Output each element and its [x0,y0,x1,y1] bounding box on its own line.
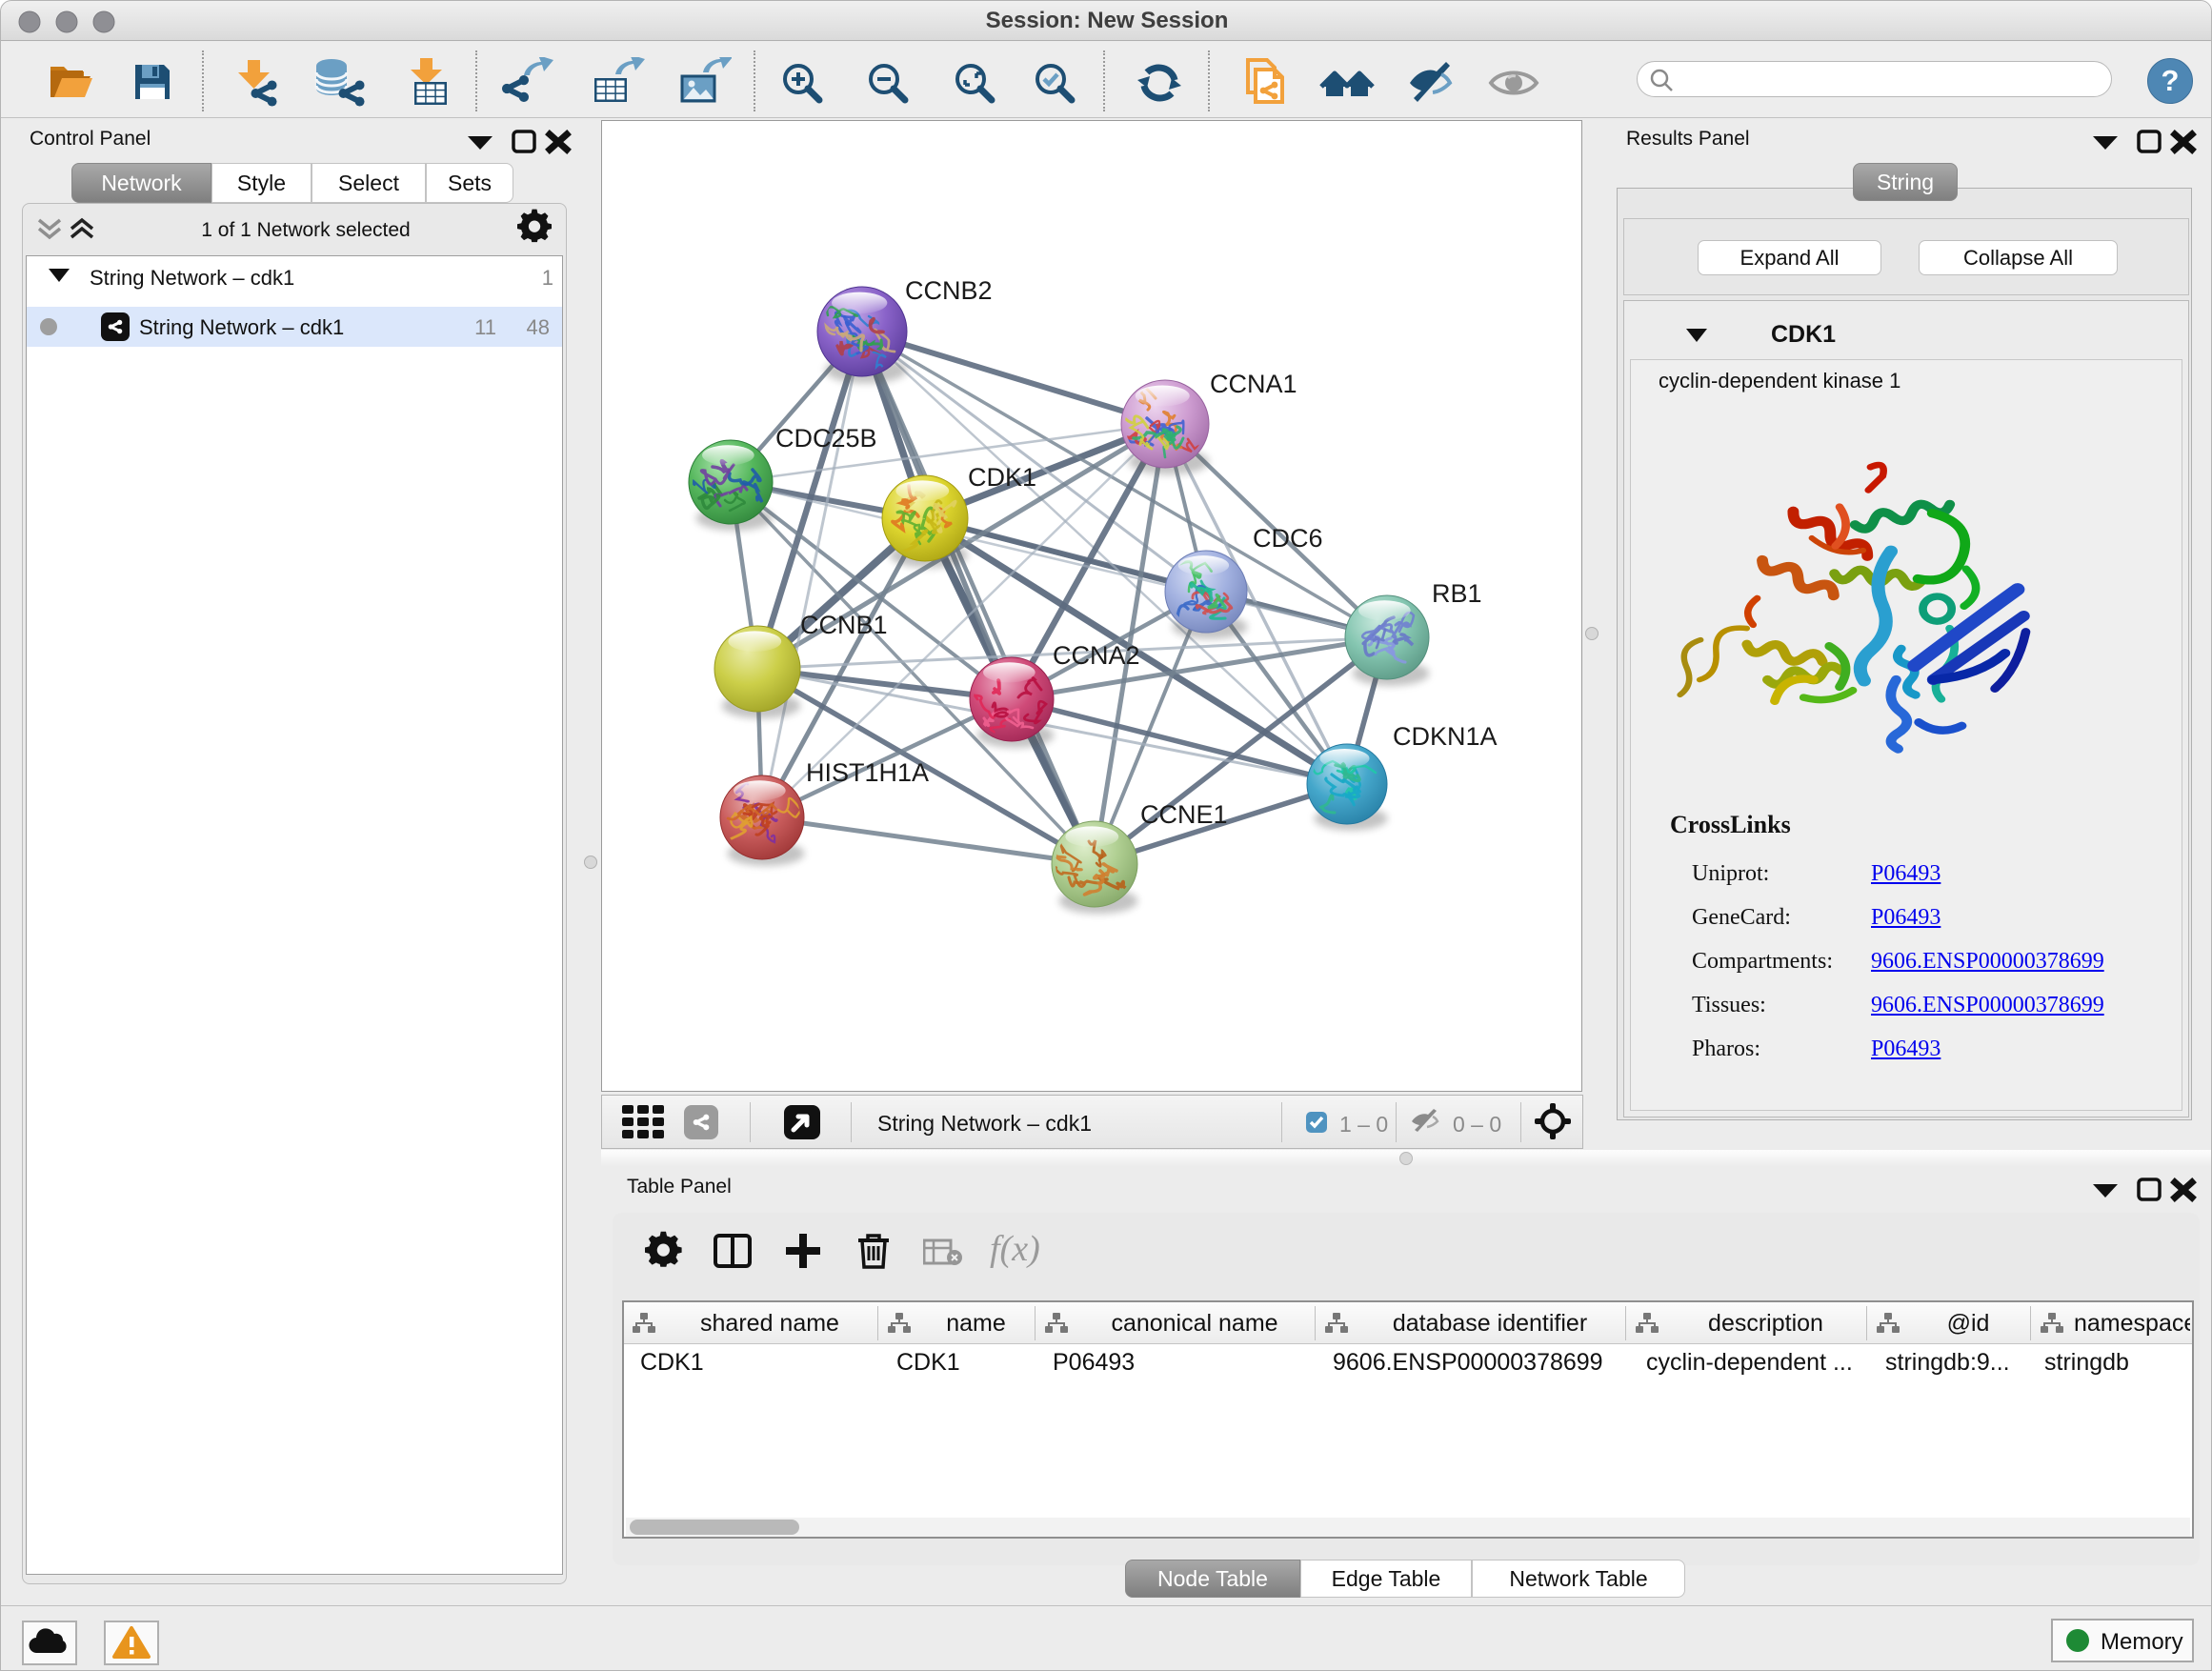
svg-text:CCNB1: CCNB1 [800,611,888,639]
svg-text:CDK1: CDK1 [968,463,1036,492]
svg-text:CDKN1A: CDKN1A [1393,722,1498,751]
svg-text:CCNE1: CCNE1 [1140,800,1228,829]
svg-text:CDC6: CDC6 [1253,524,1323,553]
svg-text:CCNB2: CCNB2 [905,276,993,305]
svg-text:CCNA2: CCNA2 [1053,641,1140,670]
svg-text:HIST1H1A: HIST1H1A [806,758,929,787]
svg-text:CDC25B: CDC25B [775,424,877,453]
svg-text:RB1: RB1 [1432,579,1482,608]
svg-text:CCNA1: CCNA1 [1210,370,1297,398]
